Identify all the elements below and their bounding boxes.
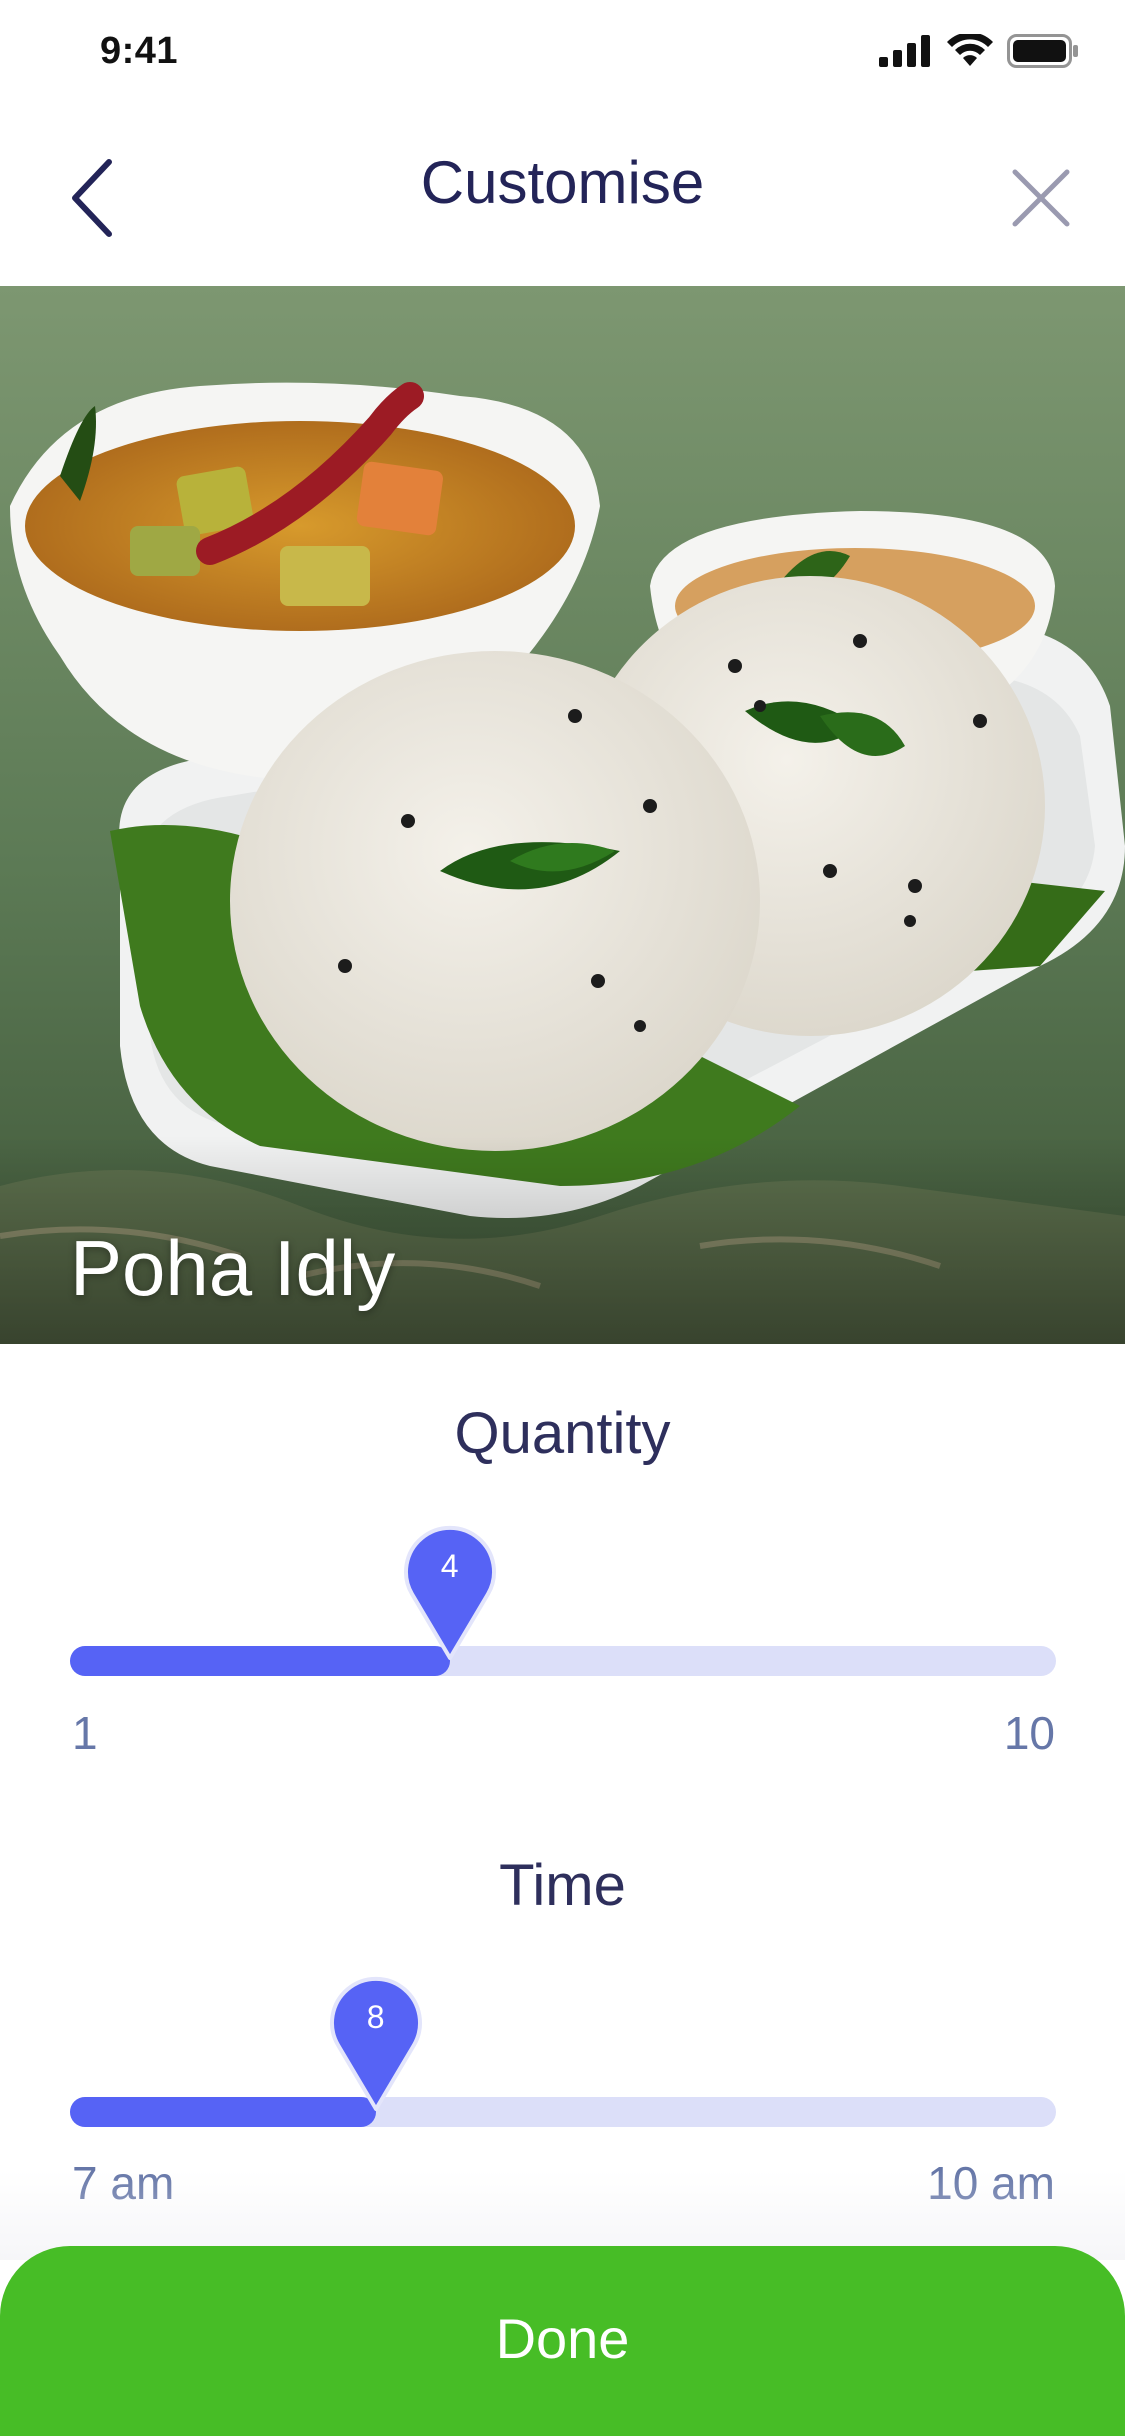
dish-title: Poha Idly bbox=[70, 1224, 396, 1312]
time-value: 8 bbox=[366, 1999, 385, 2035]
quantity-slider-thumb[interactable]: 4 bbox=[402, 1524, 498, 1662]
time-slider[interactable]: 8 bbox=[70, 1976, 1056, 2127]
done-button[interactable]: Done bbox=[0, 2246, 1125, 2436]
wifi-icon bbox=[947, 34, 993, 66]
quantity-label: Quantity bbox=[454, 1401, 671, 1466]
quantity-min-label: 1 bbox=[72, 1707, 98, 1759]
quantity-value: 4 bbox=[440, 1548, 459, 1584]
close-icon bbox=[1012, 169, 1070, 227]
cellular-signal-icon bbox=[879, 35, 930, 67]
map-pin-icon bbox=[329, 1976, 422, 2111]
idly-plate-illustration bbox=[0, 286, 1125, 1344]
time-label: Time bbox=[499, 1853, 626, 1918]
battery-icon bbox=[1007, 34, 1078, 68]
quantity-slider[interactable]: 4 bbox=[70, 1525, 1056, 1676]
status-bar: 9:41 bbox=[0, 0, 1125, 110]
time-slider-thumb[interactable]: 8 bbox=[328, 1975, 424, 2113]
close-button[interactable] bbox=[991, 138, 1091, 258]
quantity-slider-fill bbox=[70, 1646, 450, 1676]
nav-bar: Customise bbox=[0, 110, 1125, 286]
status-time: 9:41 bbox=[100, 30, 179, 72]
map-pin-icon bbox=[403, 1525, 496, 1660]
page-title: Customise bbox=[420, 149, 705, 216]
status-icons bbox=[879, 34, 1079, 68]
quantity-max-label: 10 bbox=[1003, 1707, 1055, 1759]
food-image: Poha Idly bbox=[0, 286, 1125, 1344]
